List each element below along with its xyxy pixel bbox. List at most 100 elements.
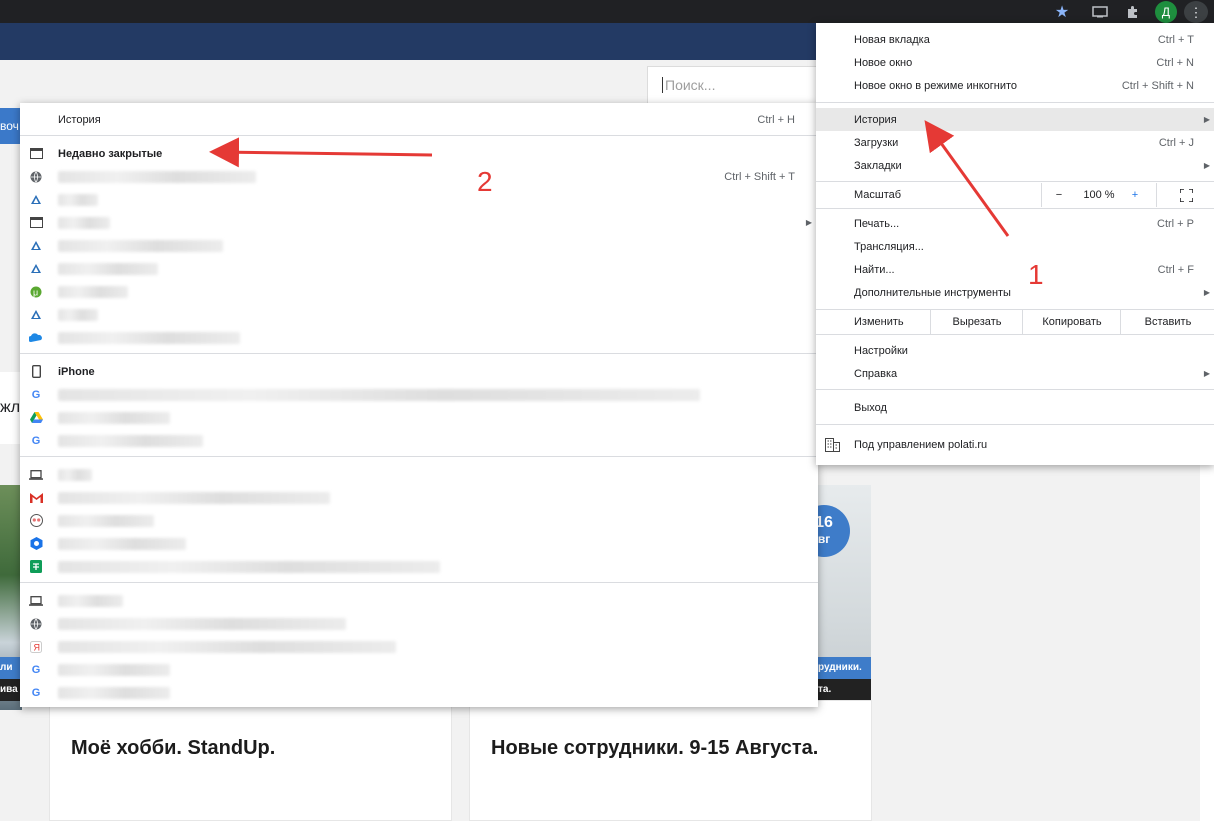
caption-line: та. xyxy=(818,679,871,701)
device-tab-item[interactable]: G xyxy=(20,429,818,452)
window-icon xyxy=(29,216,43,230)
menu-item-print[interactable]: Печать... Ctrl + P xyxy=(816,212,1214,235)
menu-item-label: История xyxy=(854,113,897,126)
search-input[interactable]: Поиск... xyxy=(647,66,819,104)
menu-shortcut: Ctrl + P xyxy=(1157,217,1194,230)
device-tab-item[interactable]: G xyxy=(20,681,818,704)
closed-tab-item[interactable] xyxy=(20,234,818,257)
paste-label: Вставить xyxy=(1144,316,1192,328)
device-tab-item[interactable] xyxy=(20,532,818,555)
polati-icon xyxy=(29,239,43,253)
news-card-title[interactable]: Моё хобби. StandUp. xyxy=(50,701,451,765)
device-tab-item[interactable]: G xyxy=(20,383,818,406)
history-submenu: История Ctrl + H Недавно закрытые Ctrl +… xyxy=(20,103,818,707)
device-tab-item[interactable]: Я xyxy=(20,635,818,658)
closed-tab-item[interactable] xyxy=(20,188,818,211)
menu-item-exit[interactable]: Выход xyxy=(816,396,1214,419)
google-drive-icon xyxy=(29,411,43,425)
annotation-label-1: 1 xyxy=(1028,259,1044,290)
device-tab-item[interactable] xyxy=(20,555,818,578)
menu-item-incognito[interactable]: Новое окно в режиме инкогнито Ctrl + Shi… xyxy=(816,74,1214,97)
menu-item-downloads[interactable]: Загрузки Ctrl + J xyxy=(816,131,1214,154)
device-tab-item[interactable] xyxy=(20,406,818,429)
extensions-icon[interactable] xyxy=(1123,2,1143,22)
menu-item-new-tab[interactable]: Новая вкладка Ctrl + T xyxy=(816,28,1214,51)
cut-button[interactable]: Вырезать xyxy=(930,310,1023,334)
menu-item-label: Выход xyxy=(854,401,887,414)
device-tab-item[interactable] xyxy=(20,486,818,509)
menu-item-history[interactable]: История ▶ xyxy=(816,108,1214,131)
edit-label: Изменить xyxy=(854,316,904,328)
closed-tab-item[interactable] xyxy=(20,326,818,349)
device-tab-item[interactable] xyxy=(20,509,818,532)
closed-tab-item[interactable]: Ctrl + Shift + T xyxy=(20,165,818,188)
menu-item-label: Новая вкладка xyxy=(854,33,930,46)
building-icon xyxy=(825,438,840,455)
profile-avatar[interactable]: Д xyxy=(1155,1,1177,23)
news-caption-right: рудники. та. xyxy=(818,657,871,701)
hexagon-app-icon xyxy=(29,537,43,551)
copy-label: Копировать xyxy=(1042,316,1102,328)
zoom-label: Масштаб xyxy=(854,189,902,201)
yandex-icon: Я xyxy=(29,640,43,654)
zoom-out-button[interactable]: − xyxy=(1041,183,1076,207)
svg-text:μ: μ xyxy=(33,287,38,297)
closed-window-item[interactable]: ▶ xyxy=(20,211,818,234)
zoom-percent: 100 % xyxy=(1083,189,1115,201)
menu-item-settings[interactable]: Настройки xyxy=(816,339,1214,362)
menu-item-bookmarks[interactable]: Закладки ▶ xyxy=(816,154,1214,177)
utorrent-icon: μ xyxy=(29,285,43,299)
divider xyxy=(20,582,818,583)
zoom-in-button[interactable]: + xyxy=(1123,183,1147,207)
menu-kebab-icon[interactable]: ⋮ xyxy=(1184,1,1208,23)
divider xyxy=(816,389,1214,390)
sheets-icon xyxy=(29,560,43,574)
managed-by-row[interactable]: Под управлением polati.ru xyxy=(816,433,1214,458)
edit-row: Изменить Вырезать Копировать Вставить xyxy=(816,310,1214,334)
submenu-arrow-icon: ▶ xyxy=(1203,115,1210,124)
gmail-icon xyxy=(29,491,43,505)
news-card-left[interactable]: Моё хобби. StandUp. xyxy=(49,700,452,821)
cast-icon[interactable] xyxy=(1090,2,1110,22)
page-gutter xyxy=(1200,460,1214,821)
menu-item-find[interactable]: Найти... Ctrl + F xyxy=(816,258,1214,281)
managed-label: Под управлением polati.ru xyxy=(854,439,988,451)
divider xyxy=(816,424,1214,425)
device-tab-item[interactable]: G xyxy=(20,658,818,681)
search-placeholder: Поиск... xyxy=(665,77,716,93)
menu-item-label: Настройки xyxy=(854,344,908,357)
cloud-icon xyxy=(29,331,43,345)
caption-line: ива xyxy=(0,679,22,701)
menu-item-label: Новое окно в режиме инкогнито xyxy=(854,79,1018,92)
submenu-arrow-icon: ▶ xyxy=(805,218,812,227)
google-icon: G xyxy=(31,686,41,699)
device-header-laptop xyxy=(20,589,818,612)
news-card-title[interactable]: Новые сотрудники. 9-15 Августа. xyxy=(470,701,871,765)
bookmark-star-icon[interactable]: ★ xyxy=(1052,2,1072,22)
fullscreen-icon[interactable] xyxy=(1156,183,1214,207)
menu-item-label: Найти... xyxy=(854,263,895,276)
menu-item-help[interactable]: Справка ▶ xyxy=(816,362,1214,385)
divider xyxy=(816,181,1214,182)
paste-button[interactable]: Вставить xyxy=(1120,310,1214,334)
menu-shortcut: Ctrl + Shift + N xyxy=(1121,79,1194,92)
divider xyxy=(816,208,1214,209)
recently-closed-header: Недавно закрытые xyxy=(20,142,818,165)
menu-item-label: Закладки xyxy=(854,159,902,172)
closed-tab-item[interactable] xyxy=(20,257,818,280)
news-card-right[interactable]: Новые сотрудники. 9-15 Августа. xyxy=(469,700,872,821)
polati-icon xyxy=(29,193,43,207)
closed-tab-item[interactable]: μ xyxy=(20,280,818,303)
history-menu-item[interactable]: История Ctrl + H xyxy=(20,108,818,131)
menu-item-cast[interactable]: Трансляция... xyxy=(816,235,1214,258)
divider xyxy=(816,334,1214,335)
zoom-plus-label: + xyxy=(1131,189,1139,201)
device-tab-item[interactable] xyxy=(20,612,818,635)
menu-item-new-window[interactable]: Новое окно Ctrl + N xyxy=(816,51,1214,74)
closed-tab-item[interactable] xyxy=(20,303,818,326)
menu-item-more-tools[interactable]: Дополнительные инструменты ▶ xyxy=(816,281,1214,304)
menu-item-label: Печать... xyxy=(854,217,900,230)
partial-blue-button[interactable]: воч xyxy=(0,108,22,144)
submenu-arrow-icon: ▶ xyxy=(1203,161,1210,170)
copy-button[interactable]: Копировать xyxy=(1022,310,1121,334)
